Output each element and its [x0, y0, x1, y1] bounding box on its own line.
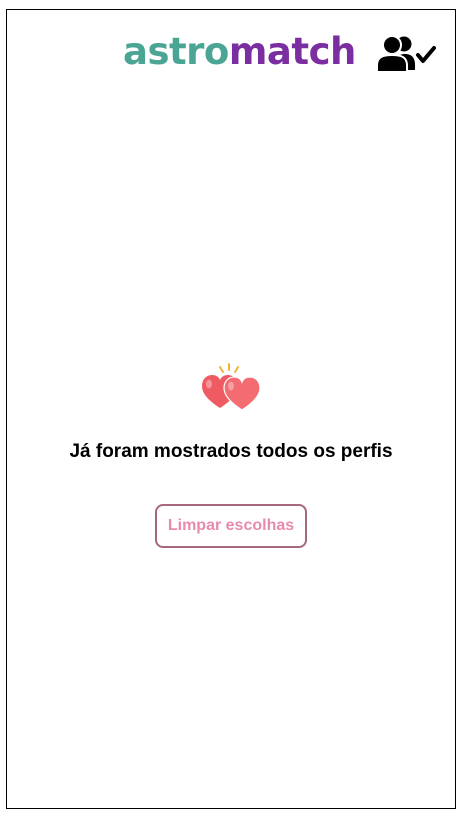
app-container: astromatch Já foram mostrados todos os p…	[6, 9, 456, 809]
header: astromatch	[7, 10, 455, 90]
matches-button[interactable]	[375, 34, 439, 74]
clear-choices-button[interactable]: Limpar escolhas	[154, 504, 308, 548]
logo-text-astro: astro	[123, 30, 229, 73]
logo-text-match: match	[228, 30, 356, 73]
people-check-icon	[376, 35, 436, 73]
empty-state: Já foram mostrados todos os perfis Limpa…	[7, 362, 455, 548]
empty-message: Já foram mostrados todos os perfis	[69, 441, 393, 462]
app-logo: astromatch	[123, 28, 356, 76]
two-hearts-icon	[202, 363, 261, 411]
